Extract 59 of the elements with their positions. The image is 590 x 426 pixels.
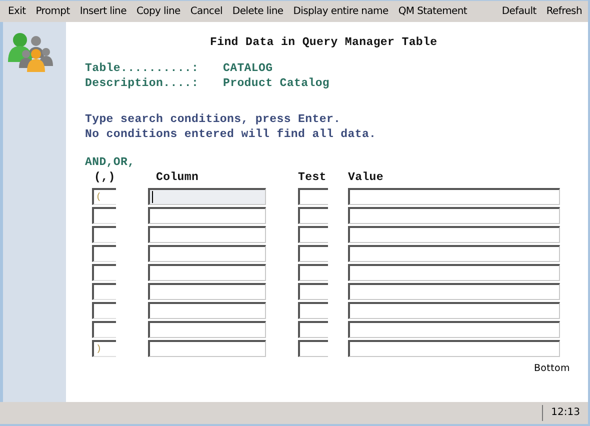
value-field[interactable] (348, 264, 560, 281)
value-field[interactable] (348, 207, 560, 224)
test-field[interactable] (298, 188, 328, 205)
value-field[interactable] (348, 283, 560, 300)
paren-field[interactable] (92, 283, 116, 300)
column-field[interactable] (148, 302, 266, 319)
column-field[interactable] (148, 321, 266, 338)
column-field[interactable] (148, 207, 266, 224)
menu-item[interactable]: Delete line (232, 6, 284, 17)
paren-field[interactable] (92, 207, 116, 224)
test-field[interactable] (298, 264, 328, 281)
paren-field[interactable] (92, 264, 116, 281)
screen-title: Find Data in Query Manager Table (209, 36, 438, 51)
column-field[interactable] (148, 188, 266, 205)
paren-field[interactable] (92, 226, 116, 243)
column-field[interactable] (148, 264, 266, 281)
column-header: (,) (93, 171, 116, 186)
paren-field[interactable] (92, 321, 116, 338)
menu-item[interactable]: Refresh (546, 6, 582, 17)
column-field[interactable] (148, 283, 266, 300)
field-label: Description....: (85, 76, 200, 91)
menu-item[interactable]: Cancel (190, 6, 222, 17)
column-header: Column (155, 171, 200, 186)
test-field[interactable] (298, 226, 328, 243)
column-field[interactable] (148, 245, 266, 262)
value-field[interactable] (348, 188, 560, 205)
test-field[interactable] (298, 245, 328, 262)
users-icon (6, 32, 54, 72)
andor-label: AND,OR, (85, 156, 136, 170)
paren-field[interactable] (92, 245, 116, 262)
field-label: Table..........: (85, 61, 200, 76)
column-header: Value (348, 171, 385, 186)
field-value: Product Catalog (223, 76, 330, 91)
test-field[interactable] (298, 302, 328, 319)
value-field[interactable] (348, 302, 560, 319)
value-field[interactable] (348, 245, 560, 262)
time-text: 12:13 (542, 405, 588, 421)
menu-item[interactable]: Display entire name (293, 6, 388, 17)
test-field[interactable] (298, 340, 328, 357)
test-field[interactable] (298, 283, 328, 300)
column-field[interactable] (148, 340, 266, 357)
position-indicator: Bottom (534, 363, 570, 374)
menu-item[interactable]: QM Statement (398, 6, 468, 17)
menu-item[interactable]: Default (502, 6, 536, 17)
column-field[interactable] (148, 226, 266, 243)
value-field[interactable] (348, 340, 560, 357)
test-field[interactable] (298, 321, 328, 338)
column-header: Test (298, 171, 328, 186)
paren-field[interactable] (92, 302, 116, 319)
field-value: CATALOG (223, 61, 273, 76)
test-field[interactable] (298, 207, 328, 224)
instruction-text: No conditions entered will find all data. (85, 127, 378, 142)
instruction-text: Type search conditions, press Enter. (85, 112, 342, 127)
menu-item[interactable]: Exit (8, 6, 26, 17)
menu-item[interactable]: Copy line (136, 6, 180, 17)
menu-item[interactable]: Prompt (36, 6, 70, 17)
menu-item[interactable]: Insert line (80, 6, 126, 17)
value-field[interactable] (348, 321, 560, 338)
value-field[interactable] (348, 226, 560, 243)
